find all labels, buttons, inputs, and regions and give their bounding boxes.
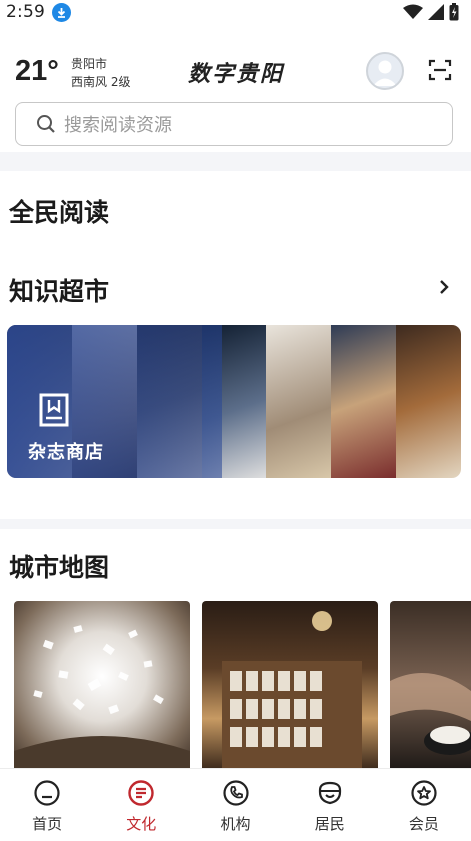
nav-label-home: 首页: [32, 815, 63, 833]
scan-icon[interactable]: [428, 58, 452, 82]
brand-title: 数字贵阳: [188, 61, 285, 87]
chevron-right-icon[interactable]: [436, 277, 452, 297]
banner-label: 杂志商店: [28, 442, 104, 463]
nav-label-member: 会员: [408, 815, 439, 833]
magazine-cover: [396, 325, 461, 478]
culture-icon: [128, 780, 154, 806]
nav-member[interactable]: 会员: [377, 769, 471, 841]
temperature: 21°: [15, 55, 59, 87]
magazine-cover: [331, 325, 397, 478]
nav-label-institution: 机构: [220, 815, 251, 833]
signal-icon: [428, 4, 444, 20]
status-time: 2:59: [6, 2, 45, 22]
bookstore-shelves-image: [222, 611, 362, 769]
nav-label-culture: 文化: [126, 815, 157, 833]
library-installation-image: [14, 625, 190, 769]
header: 21° 贵阳市 西南风 2级 数字贵阳: [0, 50, 471, 96]
market-title: 知识超市: [9, 277, 110, 306]
nav-label-resident: 居民: [314, 815, 345, 833]
wind-info: 西南风 2级: [71, 75, 131, 89]
resident-icon: [318, 781, 341, 805]
city-map-photo-cafe[interactable]: [390, 601, 471, 769]
magazine-store-banner[interactable]: 杂志商店: [7, 325, 461, 478]
cafe-coffee-image: [390, 673, 471, 755]
nav-home[interactable]: 首页: [0, 769, 94, 841]
battery-icon: [449, 3, 459, 21]
search-icon: [37, 115, 55, 133]
member-star-icon: [411, 780, 437, 806]
status-bar: 2:59: [0, 0, 471, 24]
home-icon: [34, 780, 60, 806]
bottom-nav: 首页 文化 机构 居民 会员: [0, 768, 471, 841]
wifi-icon: [403, 4, 423, 19]
search-placeholder: 搜索阅读资源: [64, 115, 172, 136]
phone-icon: [222, 780, 249, 806]
nav-culture[interactable]: 文化: [94, 769, 188, 841]
avatar[interactable]: [366, 52, 404, 90]
city-name: 贵阳市: [71, 57, 108, 71]
city-map-photo-bookstore[interactable]: [202, 601, 378, 769]
magazine-store-icon: [39, 393, 69, 427]
reading-title: 全民阅读: [9, 198, 110, 227]
download-icon: [51, 2, 71, 22]
city-map-photo-library[interactable]: [14, 601, 190, 769]
nav-institution[interactable]: 机构: [188, 769, 282, 841]
nav-resident[interactable]: 居民: [283, 769, 377, 841]
map-title: 城市地图: [9, 553, 110, 582]
magazine-cover: [266, 325, 332, 478]
search-input[interactable]: 搜索阅读资源: [15, 102, 453, 146]
